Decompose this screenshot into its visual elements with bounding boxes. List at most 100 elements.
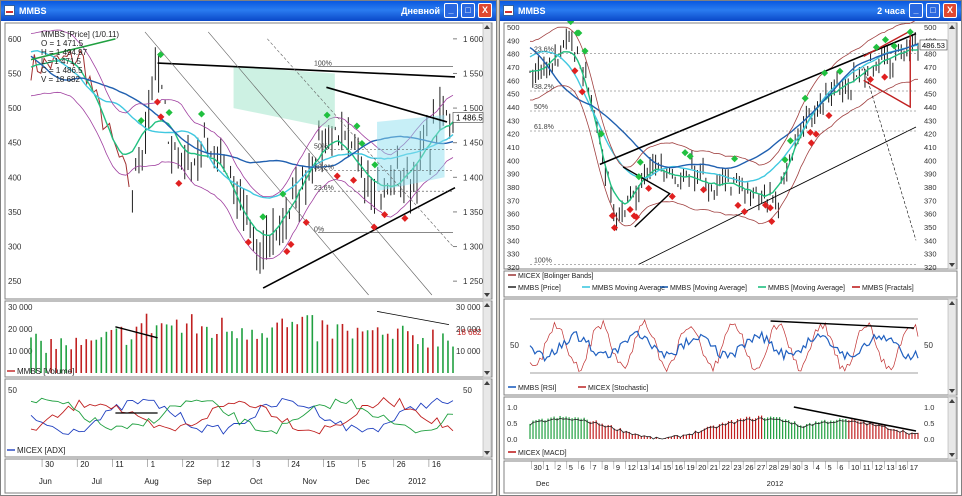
adx-axis-left-tick: 50 bbox=[8, 386, 17, 395]
price-axis-left-tick: 500 bbox=[8, 104, 22, 113]
price-axis-tick: 1 300 bbox=[463, 243, 484, 252]
price-axis-tick: 1 500 bbox=[463, 104, 484, 113]
price-axis-tick: 460 bbox=[924, 76, 937, 85]
price-axis-tick: 500 bbox=[924, 23, 937, 32]
date-day-label: 21 bbox=[710, 463, 718, 472]
price-axis-tick: 380 bbox=[924, 183, 937, 192]
date-day-label: 20 bbox=[80, 460, 89, 469]
daily-titlebar[interactable]: MMBS Дневной _ □ X bbox=[1, 1, 496, 21]
legend-label: MMBS [Price] bbox=[518, 285, 561, 292]
date-day-label: 3 bbox=[256, 460, 261, 469]
window-title: MMBS bbox=[19, 6, 47, 16]
volume-legend: MMBS [Volume] bbox=[17, 367, 74, 376]
volume-axis-tick: 30 000 bbox=[456, 303, 481, 312]
macd-axis-left-tick: 0.0 bbox=[507, 435, 517, 444]
two-hour-titlebar[interactable]: MMBS 2 часа _ □ X bbox=[500, 1, 961, 21]
fibonacci-label: 23.6% bbox=[314, 185, 334, 192]
maximize-button[interactable]: □ bbox=[926, 3, 940, 18]
date-month-label: 2012 bbox=[767, 479, 784, 488]
macd-axis-left-tick: 0.5 bbox=[507, 419, 517, 428]
date-day-label: 13 bbox=[639, 463, 647, 472]
date-month-label: Aug bbox=[144, 477, 158, 486]
close-button[interactable]: X bbox=[943, 3, 957, 18]
price-axis-tick: 1 400 bbox=[463, 173, 484, 182]
date-day-label: 12 bbox=[221, 460, 230, 469]
adx-axis-tick: 50 bbox=[463, 386, 472, 395]
date-month-label: 2012 bbox=[408, 477, 426, 486]
date-day-label: 5 bbox=[569, 463, 573, 472]
date-month-label: Dec bbox=[536, 479, 550, 488]
price-axis-left-tick: 600 bbox=[8, 35, 22, 44]
price-axis-left-tick: 340 bbox=[507, 236, 520, 245]
date-day-label: 11 bbox=[863, 463, 871, 472]
price-axis-left-tick: 410 bbox=[507, 143, 520, 152]
date-day-label: 6 bbox=[839, 463, 843, 472]
price-axis-left-tick: 480 bbox=[507, 50, 520, 59]
date-day-label: 16 bbox=[898, 463, 906, 472]
daily-chart-window[interactable]: MMBS Дневной _ □ X 1 600 600 1 550 550 1 500… bbox=[0, 0, 497, 496]
date-day-label: 11 bbox=[115, 460, 124, 469]
maximize-button[interactable]: □ bbox=[461, 3, 475, 18]
date-day-label: 29 bbox=[780, 463, 788, 472]
timeframe-label: 2 часа bbox=[877, 6, 905, 16]
date-day-label: 26 bbox=[745, 463, 753, 472]
date-day-label: 9 bbox=[616, 463, 620, 472]
price-axis-left-tick: 390 bbox=[507, 170, 520, 179]
date-day-label: 10 bbox=[851, 463, 859, 472]
price-axis-tick: 480 bbox=[924, 50, 937, 59]
price-axis-tick: 420 bbox=[924, 130, 937, 139]
two-hour-chart-canvas[interactable]: 5005004904904804804704704604604504504404… bbox=[500, 21, 961, 495]
fibonacci-label: 38.2% bbox=[534, 84, 554, 91]
date-day-label: 16 bbox=[432, 460, 441, 469]
price-axis-tick: 1 250 bbox=[463, 277, 484, 286]
price-axis-left-tick: 500 bbox=[507, 23, 520, 32]
volume-last-value: 18 682 bbox=[457, 328, 482, 337]
timeframe-label: Дневной bbox=[401, 6, 440, 16]
rsi-axis-left-tick: 50 bbox=[510, 341, 519, 350]
volume-axis-left-tick: 10 000 bbox=[8, 347, 33, 356]
minimize-button[interactable]: _ bbox=[909, 3, 923, 18]
volume-panel bbox=[4, 300, 493, 378]
price-axis-left-tick: 400 bbox=[8, 173, 22, 182]
macd-axis-left-tick: 1.0 bbox=[507, 403, 517, 412]
price-axis-left-tick: 350 bbox=[507, 223, 520, 232]
price-axis-left-tick: 470 bbox=[507, 63, 520, 72]
date-day-label: 12 bbox=[874, 463, 882, 472]
price-axis-left-tick: 380 bbox=[507, 183, 520, 192]
stochastic-legend: MICEX [Stochastic] bbox=[588, 385, 648, 392]
date-day-label: 17 bbox=[910, 463, 918, 472]
price-axis-tick: 400 bbox=[924, 156, 937, 165]
last-price-label: 1 486.5 bbox=[456, 113, 483, 122]
date-axis bbox=[4, 458, 493, 494]
price-axis-tick: 450 bbox=[924, 90, 937, 99]
date-day-label: 22 bbox=[722, 463, 730, 472]
price-axis-tick: 1 600 bbox=[463, 35, 484, 44]
date-day-label: 1 bbox=[545, 463, 549, 472]
close-button[interactable]: X bbox=[478, 3, 492, 18]
price-axis-tick: 470 bbox=[924, 63, 937, 72]
date-day-label: 16 bbox=[675, 463, 683, 472]
price-axis-tick: 360 bbox=[924, 210, 937, 219]
chart-app-icon bbox=[4, 5, 15, 16]
fibonacci-label: 23.6% bbox=[534, 47, 554, 54]
price-axis-tick: 390 bbox=[924, 170, 937, 179]
volume-axis-tick: 10 000 bbox=[456, 347, 481, 356]
rsi-axis-tick: 50 bbox=[924, 341, 933, 350]
fibonacci-label: 0% bbox=[314, 227, 324, 234]
price-axis-left-tick: 360 bbox=[507, 210, 520, 219]
rsi-panel bbox=[503, 298, 958, 396]
date-day-label: 8 bbox=[604, 463, 608, 472]
two-hour-chart-window[interactable]: MMBS 2 часа _ □ X 5005004904904804804704… bbox=[499, 0, 962, 496]
daily-chart-canvas[interactable]: 1 6006001 5505501 5005001 4504501 400400… bbox=[1, 21, 496, 495]
price-axis-left-tick: 460 bbox=[507, 76, 520, 85]
date-day-label: 30 bbox=[45, 460, 54, 469]
price-axis-left-tick: 400 bbox=[507, 156, 520, 165]
price-legend-line: O = 1 471.5 bbox=[41, 39, 84, 48]
date-day-label: 14 bbox=[651, 463, 659, 472]
window-title: MMBS bbox=[518, 6, 546, 16]
price-axis-left-tick: 250 bbox=[8, 277, 22, 286]
date-day-label: 24 bbox=[291, 460, 300, 469]
date-day-label: 13 bbox=[886, 463, 894, 472]
minimize-button[interactable]: _ bbox=[444, 3, 458, 18]
volume-scrollbar bbox=[482, 300, 492, 378]
